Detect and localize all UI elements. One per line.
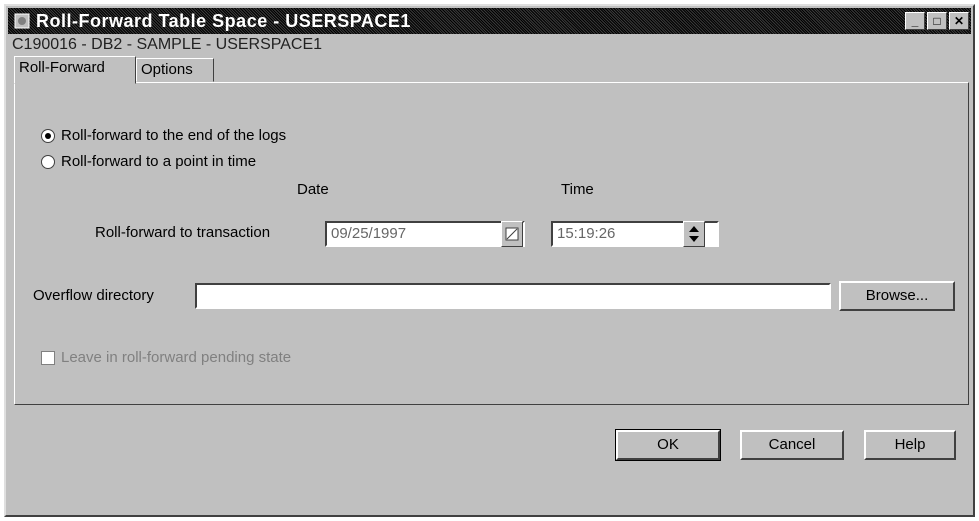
minimize-icon[interactable]: _ [905,12,925,30]
time-value: 15:19:26 [557,225,616,242]
overflow-directory-input[interactable] [195,283,831,309]
help-button[interactable]: Help [864,430,956,460]
browse-button[interactable]: Browse... [839,281,955,311]
calendar-icon [505,227,519,241]
tab-options[interactable]: Options [136,58,214,82]
point-in-time-radio[interactable] [41,155,55,169]
overflow-directory-label: Overflow directory [33,287,154,304]
leave-pending-checkbox[interactable] [41,351,55,365]
date-value: 09/25/1997 [331,225,407,242]
help-button-label: Help [894,436,926,453]
date-header: Date [297,181,329,198]
window-title: Roll-Forward Table Space - USERSPACE1 [36,11,411,31]
cancel-button-label: Cancel [768,436,816,453]
date-dropdown-button[interactable] [501,221,523,247]
title-bar[interactable]: Roll-Forward Table Space - USERSPACE1 _ … [8,8,971,34]
close-icon[interactable]: ✕ [949,12,969,30]
date-field[interactable]: 09/25/1997 [325,221,525,247]
radio-selected-dot [45,133,51,139]
roll-forward-panel: Roll-forward to the end of the logs Roll… [14,82,969,405]
cancel-button[interactable]: Cancel [740,430,844,460]
time-spin-button[interactable] [683,221,705,247]
tab-label: Options [141,61,193,78]
tab-roll-forward[interactable]: Roll-Forward [14,56,136,84]
browse-button-label: Browse... [865,287,929,304]
spin-arrows-icon [689,226,699,242]
ok-button[interactable]: OK [615,429,721,461]
transaction-label: Roll-forward to transaction [95,224,271,241]
db2-app-icon [14,13,30,29]
leave-pending-label: Leave in roll-forward pending state [61,349,292,366]
end-of-logs-label[interactable]: Roll-forward to the end of the logs [61,127,286,144]
roll-forward-dialog: Roll-Forward Table Space - USERSPACE1 _ … [4,4,975,517]
tab-label: Roll-Forward [19,59,105,76]
ok-button-label: OK [657,436,679,453]
maximize-icon[interactable]: □ [927,12,947,30]
point-in-time-label[interactable]: Roll-forward to a point in time [61,153,256,170]
time-header: Time [561,181,594,198]
end-of-logs-radio[interactable] [41,129,55,143]
object-path: C190016 - DB2 - SAMPLE - USERSPACE1 [12,36,323,53]
